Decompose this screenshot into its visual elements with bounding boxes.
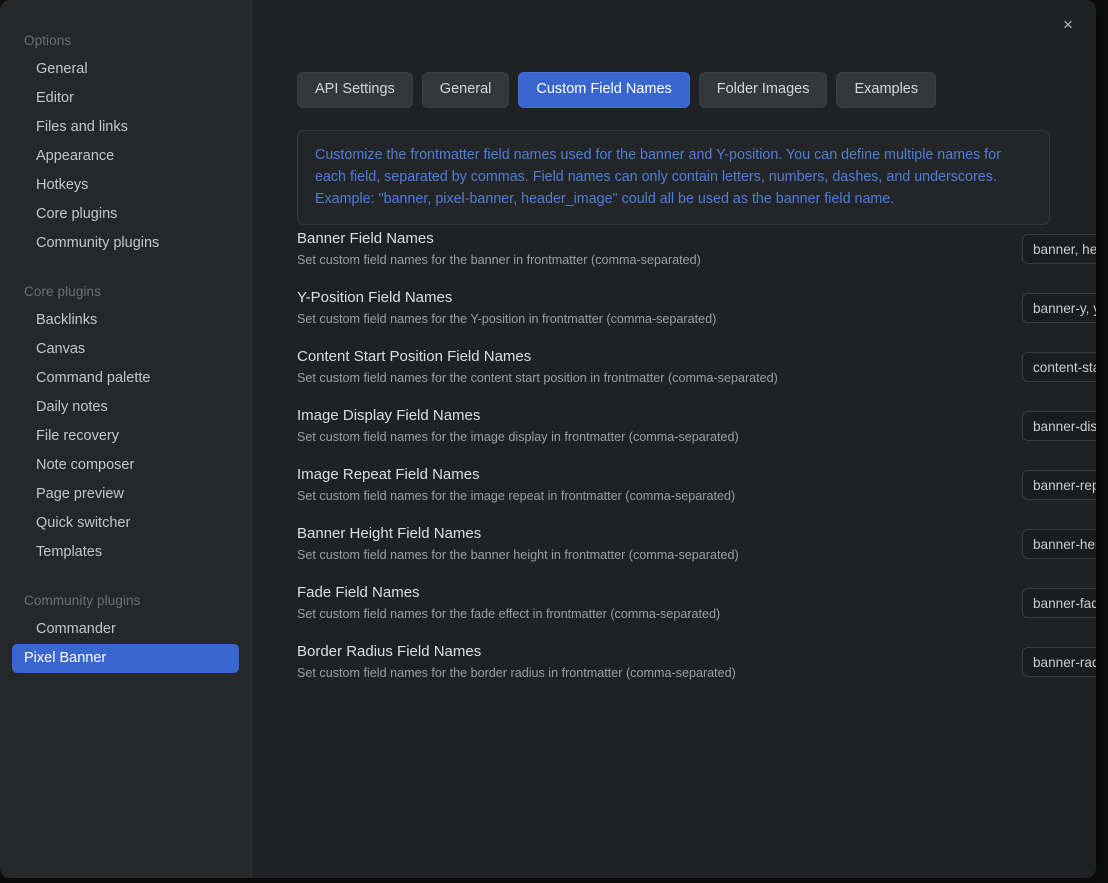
tab-api-settings[interactable]: API Settings: [297, 72, 413, 108]
sidebar-section-heading: Core plugins: [24, 284, 101, 299]
sidebar-item-files-and-links[interactable]: Files and links: [12, 113, 239, 142]
sidebar-item-editor[interactable]: Editor: [12, 84, 239, 113]
setting-control: [1022, 293, 1096, 323]
setting-control: [1022, 411, 1096, 441]
sidebar-item-backlinks[interactable]: Backlinks: [12, 306, 239, 335]
sidebar-item-templates[interactable]: Templates: [12, 538, 239, 567]
setting-control: [1022, 647, 1096, 677]
setting-title: Banner Field Names: [297, 230, 434, 247]
settings-sidebar: Options General Editor Files and links Appea…: [0, 0, 252, 878]
field-names-input[interactable]: [1022, 293, 1096, 323]
sidebar-item-file-recovery[interactable]: File recovery: [12, 422, 239, 451]
sidebar-item-page-preview[interactable]: Page preview: [12, 480, 239, 509]
sidebar-item-core-plugins[interactable]: Core plugins: [12, 200, 239, 229]
sidebar-item-note-composer[interactable]: Note composer: [12, 451, 239, 480]
sidebar-item-general[interactable]: General: [12, 55, 239, 84]
info-banner-text: Customize the frontmatter field names us…: [315, 147, 1001, 207]
close-icon[interactable]: ×: [1054, 10, 1082, 38]
sidebar-item-pixel-banner[interactable]: Pixel Banner: [12, 644, 239, 673]
sidebar-section-heading: Options: [24, 33, 72, 48]
setting-description: Set custom field names for the banner he…: [297, 548, 739, 562]
setting-control: [1022, 234, 1096, 264]
sidebar-item-quick-switcher[interactable]: Quick switcher: [12, 509, 239, 538]
setting-title: Content Start Position Field Names: [297, 348, 532, 365]
field-names-input[interactable]: [1022, 411, 1096, 441]
setting-row: Image Repeat Field Names Set custom field…: [297, 464, 1096, 523]
plugin-tab-bar: API Settings General Custom Field Names Fol…: [297, 72, 937, 108]
field-names-input[interactable]: [1022, 529, 1096, 559]
setting-control: [1022, 529, 1096, 559]
sidebar-item-canvas[interactable]: Canvas: [12, 335, 239, 364]
sidebar-item-appearance[interactable]: Appearance: [12, 142, 239, 171]
setting-control: [1022, 470, 1096, 500]
setting-control: [1022, 588, 1096, 618]
setting-description: Set custom field names for the Y-positio…: [297, 312, 717, 326]
setting-title: Image Repeat Field Names: [297, 466, 480, 483]
setting-row: Y-Position Field Names Set custom field n…: [297, 287, 1096, 346]
setting-row: Content Start Position Field Names Set cu…: [297, 346, 1096, 405]
setting-description: Set custom field names for the banner in…: [297, 253, 701, 267]
settings-list: Banner Field Names Set custom field names…: [297, 228, 1096, 700]
tab-examples[interactable]: Examples: [836, 72, 937, 108]
field-names-input[interactable]: [1022, 470, 1096, 500]
setting-title: Image Display Field Names: [297, 407, 481, 424]
info-banner: Customize the frontmatter field names us…: [297, 130, 1050, 225]
setting-row: Banner Height Field Names Set custom fiel…: [297, 523, 1096, 582]
field-names-input[interactable]: [1022, 647, 1096, 677]
setting-description: Set custom field names for the image dis…: [297, 430, 739, 444]
sidebar-section-heading: Community plugins: [24, 593, 141, 608]
setting-description: Set custom field names for the fade effe…: [297, 607, 721, 621]
setting-description: Set custom field names for the image rep…: [297, 489, 736, 503]
settings-content: × API Settings General Custom Field Names F…: [252, 0, 1096, 878]
setting-row: Fade Field Names Set custom field names f…: [297, 582, 1096, 641]
setting-title: Border Radius Field Names: [297, 643, 482, 660]
tab-folder-images[interactable]: Folder Images: [698, 72, 828, 108]
sidebar-item-daily-notes[interactable]: Daily notes: [12, 393, 239, 422]
sidebar-item-commander[interactable]: Commander: [12, 615, 239, 644]
setting-row: Banner Field Names Set custom field names…: [297, 228, 1096, 287]
setting-row: Image Display Field Names Set custom fiel…: [297, 405, 1096, 464]
sidebar-item-hotkeys[interactable]: Hotkeys: [12, 171, 239, 200]
setting-title: Fade Field Names: [297, 584, 420, 601]
settings-modal: Options General Editor Files and links Appea…: [0, 0, 1096, 878]
setting-description: Set custom field names for the content s…: [297, 371, 778, 385]
setting-description: Set custom field names for the border ra…: [297, 666, 736, 680]
setting-control: [1022, 352, 1096, 382]
setting-row: Border Radius Field Names Set custom fiel…: [297, 641, 1096, 700]
field-names-input[interactable]: [1022, 234, 1096, 264]
sidebar-item-command-palette[interactable]: Command palette: [12, 364, 239, 393]
setting-title: Banner Height Field Names: [297, 525, 482, 542]
field-names-input[interactable]: [1022, 352, 1096, 382]
field-names-input[interactable]: [1022, 588, 1096, 618]
setting-title: Y-Position Field Names: [297, 289, 453, 306]
tab-general[interactable]: General: [421, 72, 510, 108]
sidebar-item-community-plugins[interactable]: Community plugins: [12, 229, 239, 258]
tab-custom-field-names[interactable]: Custom Field Names: [518, 72, 690, 108]
